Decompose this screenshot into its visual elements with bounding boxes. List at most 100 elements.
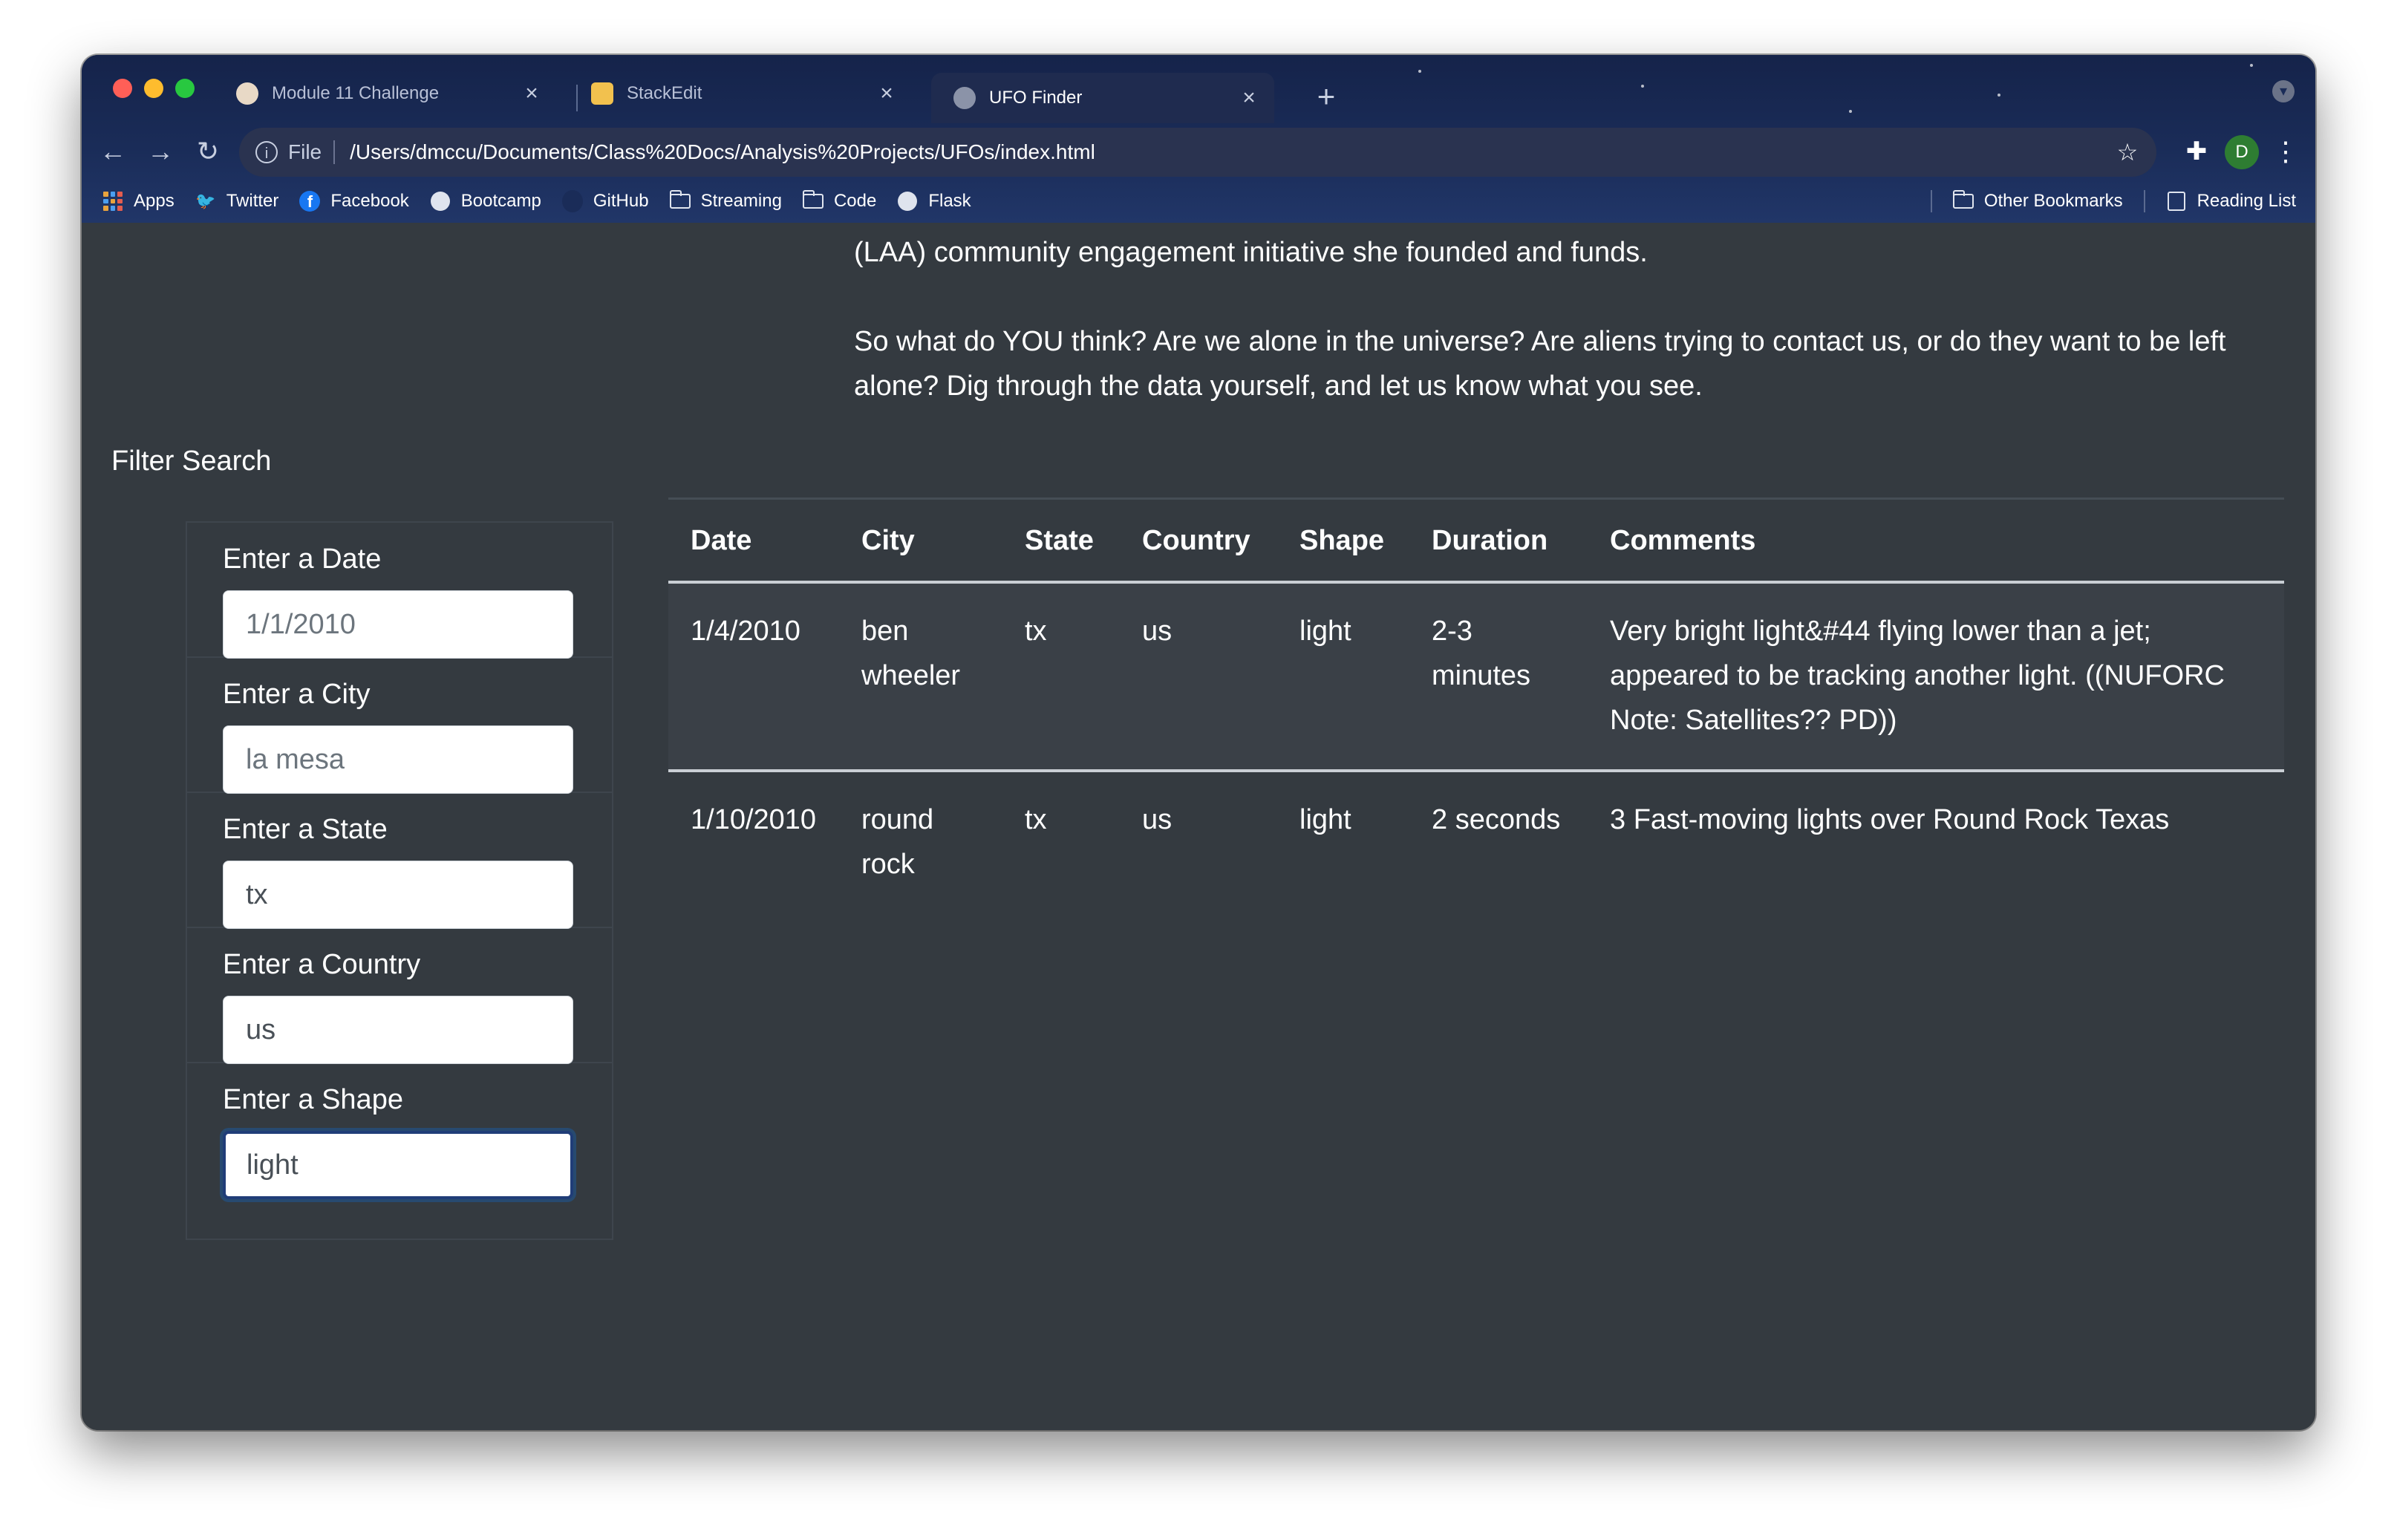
star-decoration: [1418, 70, 1421, 73]
bookmark-facebook[interactable]: f Facebook: [299, 191, 409, 212]
bookmark-label: Flask: [928, 191, 971, 211]
bookmark-label: Code: [833, 191, 877, 211]
filter-shape: Enter a Shape: [186, 1062, 613, 1240]
cell-city: ben wheeler: [839, 582, 1002, 771]
column-header-date: Date: [668, 497, 839, 584]
tab-search-icon[interactable]: ▾: [2272, 80, 2295, 102]
more-menu-icon[interactable]: ⋮: [2268, 132, 2303, 171]
filter-date: Enter a Date: [186, 521, 613, 659]
module-favicon-icon: [236, 82, 258, 105]
country-input[interactable]: [223, 996, 573, 1064]
bookmark-divider: [1930, 190, 1932, 212]
ufo-table: Date City State Country Shape Duration C…: [668, 497, 2284, 913]
filter-list: Enter a Date Enter a City Enter a State …: [186, 521, 613, 1240]
bookmark-twitter[interactable]: 🐦 Twitter: [195, 191, 279, 212]
globe-icon: [897, 191, 918, 212]
close-window-button[interactable]: [113, 79, 132, 98]
extensions-puzzle-icon[interactable]: ✚: [2177, 132, 2216, 171]
bookmark-github[interactable]: GitHub: [561, 190, 649, 212]
cell-date: 1/10/2010: [668, 769, 839, 913]
state-input[interactable]: [223, 861, 573, 929]
bookmark-other-bookmarks[interactable]: Other Bookmarks: [1952, 190, 2123, 212]
table-header-row: Date City State Country Shape Duration C…: [668, 497, 2284, 584]
date-input[interactable]: [223, 590, 573, 659]
cell-comments: 3 Fast-moving lights over Round Rock Tex…: [1588, 769, 2284, 913]
tab-stackedit[interactable]: StackEdit ×: [569, 73, 912, 114]
reload-icon[interactable]: ↻: [187, 131, 229, 172]
tab-close-icon[interactable]: ×: [523, 81, 541, 106]
column-header-country: Country: [1120, 497, 1277, 584]
filter-label: Enter a Country: [223, 949, 421, 980]
bookmark-label: Apps: [134, 191, 175, 211]
table-row: 1/4/2010 ben wheeler tx us light 2-3 min…: [668, 582, 2284, 771]
tab-title: Module 11 Challenge: [272, 83, 440, 103]
facebook-icon: f: [299, 191, 321, 212]
bookmark-star-icon[interactable]: ☆: [2109, 138, 2146, 166]
filter-label: Enter a Shape: [223, 1084, 403, 1115]
intro-paragraph: So what do YOU think? Are we alone in th…: [854, 326, 2226, 402]
url-scheme: File: [288, 140, 322, 163]
cell-duration: 2 seconds: [1409, 769, 1588, 913]
column-header-comments: Comments: [1588, 497, 2284, 584]
globe-favicon-icon: [953, 87, 976, 109]
reading-list-icon: [2166, 191, 2187, 212]
column-header-city: City: [839, 497, 1002, 584]
github-icon: [561, 190, 583, 212]
browser-window: Module 11 Challenge × StackEdit × UFO Fi…: [82, 55, 2315, 1430]
url-text[interactable]: /Users/dmccu/Documents/Class%20Docs/Anal…: [350, 140, 2109, 164]
folder-icon: [669, 190, 691, 212]
tab-close-icon[interactable]: ×: [878, 81, 896, 106]
tab-title: UFO Finder: [989, 88, 1083, 108]
new-tab-button[interactable]: +: [1307, 77, 1346, 116]
table-row: 1/10/2010 round rock tx us light 2 secon…: [668, 769, 2284, 913]
cell-country: us: [1120, 769, 1277, 913]
info-icon[interactable]: i: [255, 141, 278, 163]
bookmark-label: Facebook: [330, 191, 409, 211]
browser-chrome: Module 11 Challenge × StackEdit × UFO Fi…: [82, 55, 2315, 223]
cell-date: 1/4/2010: [668, 582, 839, 771]
twitter-bird-icon: 🐦: [195, 192, 216, 210]
page-content: (LAA) community engagement initiative sh…: [82, 223, 2315, 1430]
cell-duration: 2-3 minutes: [1409, 582, 1588, 771]
bookmarks-bar: Apps 🐦 Twitter f Facebook Bootcamp GitHu…: [82, 181, 2315, 221]
tab-ufo-finder[interactable]: UFO Finder ×: [931, 73, 1274, 123]
bookmark-reading-list[interactable]: Reading List: [2166, 191, 2296, 212]
bookmark-flask[interactable]: Flask: [897, 191, 971, 212]
stackedit-favicon-icon: [591, 82, 613, 105]
globe-icon: [430, 191, 451, 212]
filter-state: Enter a State: [186, 792, 613, 929]
star-decoration: [2250, 64, 2253, 67]
bookmark-label: Reading List: [2197, 191, 2296, 211]
forward-arrow-icon[interactable]: →: [140, 131, 181, 172]
bookmark-bootcamp[interactable]: Bootcamp: [430, 191, 541, 212]
bookmarks-right: Other Bookmarks Reading List: [1910, 181, 2296, 221]
bookmark-label: Bootcamp: [460, 191, 541, 211]
city-input[interactable]: [223, 725, 573, 794]
cell-country: us: [1120, 582, 1277, 771]
cell-shape: light: [1277, 582, 1409, 771]
cell-state: tx: [1002, 769, 1120, 913]
bookmark-code[interactable]: Code: [802, 190, 877, 212]
folder-icon: [802, 190, 824, 212]
minimize-window-button[interactable]: [144, 79, 163, 98]
tab-module-11-challenge[interactable]: Module 11 Challenge ×: [214, 73, 557, 114]
shape-input[interactable]: [223, 1131, 573, 1199]
column-header-state: State: [1002, 497, 1120, 584]
filter-label: Enter a City: [223, 679, 371, 710]
filter-search-title: Filter Search: [111, 446, 272, 477]
maximize-window-button[interactable]: [175, 79, 195, 98]
address-bar[interactable]: i File /Users/dmccu/Documents/Class%20Do…: [239, 128, 2156, 177]
filter-label: Enter a Date: [223, 544, 382, 575]
back-arrow-icon[interactable]: ←: [92, 131, 134, 172]
profile-avatar[interactable]: D: [2225, 135, 2259, 169]
intro-text: (LAA) community engagement initiative sh…: [854, 223, 2280, 408]
cell-city: round rock: [839, 769, 1002, 913]
bookmark-streaming[interactable]: Streaming: [669, 190, 782, 212]
star-decoration: [1849, 110, 1852, 113]
intro-partial-line: (LAA) community engagement initiative sh…: [854, 237, 1648, 268]
bookmark-label: GitHub: [593, 191, 649, 211]
bookmark-label: Twitter: [226, 191, 279, 211]
tab-close-icon[interactable]: ×: [1240, 85, 1258, 111]
bookmark-apps[interactable]: Apps: [102, 191, 175, 212]
column-header-shape: Shape: [1277, 497, 1409, 584]
